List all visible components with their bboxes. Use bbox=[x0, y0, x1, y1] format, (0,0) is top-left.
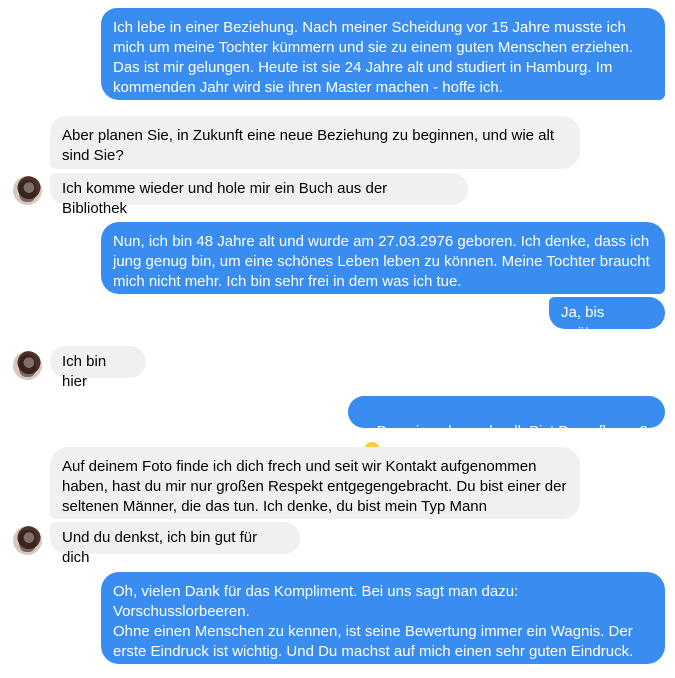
contact-avatar-icon[interactable] bbox=[13, 351, 42, 380]
message-outgoing: Ja, bis später. bbox=[549, 297, 665, 341]
message-outgoing: Nun, ich bin 48 Jahre alt und wurde am 2… bbox=[101, 222, 665, 294]
message-incoming: Auf deinem Foto finde ich dich frech und… bbox=[50, 447, 580, 519]
message-incoming: Und du denkst, ich bin gut für dich bbox=[50, 522, 300, 566]
message-outgoing: Ich lebe in einer Beziehung. Nach meiner… bbox=[101, 8, 665, 100]
message-outgoing: Oh, vielen Dank für das Kompliment. Bei … bbox=[101, 572, 665, 664]
message-incoming: Ich komme wieder und hole mir ein Buch a… bbox=[50, 173, 468, 217]
message-incoming: Aber planen Sie, in Zukunft eine neue Be… bbox=[50, 116, 580, 169]
message-incoming: Ich bin hier bbox=[50, 346, 146, 390]
message-outgoing: Das ging aber schnell. Bist Du geflogen? bbox=[348, 396, 665, 458]
contact-avatar-icon[interactable] bbox=[13, 176, 42, 205]
chat-thread: Ich lebe in einer Beziehung. Nach meiner… bbox=[0, 0, 675, 678]
message-text: Das ging aber schnell. Bist Du geflogen? bbox=[376, 423, 648, 440]
contact-avatar-icon[interactable] bbox=[13, 526, 42, 555]
